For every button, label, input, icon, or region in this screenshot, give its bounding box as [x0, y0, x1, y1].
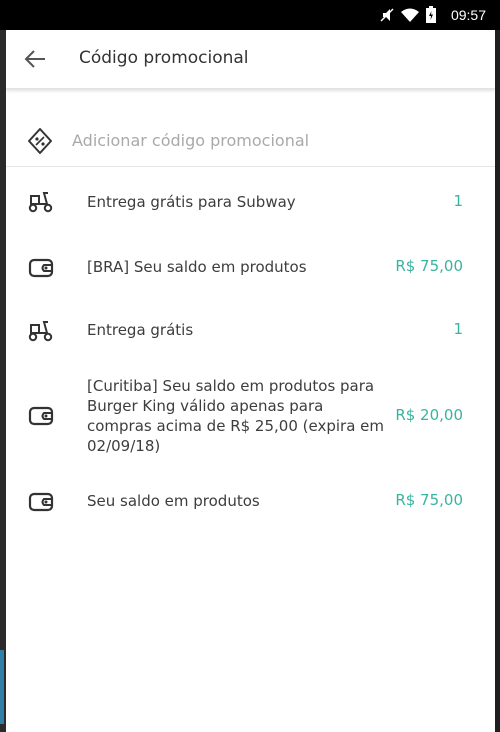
- wallet-icon: [26, 487, 56, 517]
- status-bar: 09:57: [0, 0, 500, 30]
- scooter-icon: [26, 187, 56, 217]
- page-title: Código promocional: [79, 48, 249, 68]
- item-value: R$ 20,00: [395, 406, 463, 424]
- right-edge: [495, 30, 500, 732]
- discount-tag-icon: [28, 128, 52, 154]
- wifi-icon: [400, 7, 420, 27]
- battery-icon: [426, 6, 436, 27]
- item-label: Entrega grátis: [87, 321, 194, 339]
- promo-code-input[interactable]: Adicionar código promocional: [72, 131, 309, 150]
- list-item[interactable]: Entrega grátis 1: [6, 312, 495, 352]
- wallet-icon: [26, 253, 56, 283]
- item-value: R$ 75,00: [395, 491, 463, 509]
- app-screen: Código promocional Adicionar código prom…: [6, 30, 495, 732]
- list-item[interactable]: [BRA] Seu saldo em produtos R$ 75,00: [6, 248, 495, 288]
- item-label: [Curitiba] Seu saldo em produtos para Bu…: [87, 377, 384, 455]
- list-item[interactable]: Entrega grátis para Subway 1: [6, 182, 495, 222]
- item-label: [BRA] Seu saldo em produtos: [87, 258, 307, 276]
- add-promo-code-row[interactable]: Adicionar código promocional: [6, 116, 495, 167]
- left-edge-accent: [0, 650, 4, 724]
- scooter-icon: [26, 316, 56, 346]
- item-label: Seu saldo em produtos: [87, 492, 260, 510]
- item-value: 1: [453, 192, 463, 210]
- mute-icon: [380, 7, 394, 27]
- item-label: Entrega grátis para Subway: [87, 193, 296, 211]
- status-time: 09:57: [450, 7, 486, 23]
- item-value: R$ 75,00: [395, 257, 463, 275]
- back-button[interactable]: [22, 46, 48, 72]
- status-icons: [380, 6, 436, 27]
- wallet-icon: [26, 401, 56, 431]
- list-item[interactable]: Seu saldo em produtos R$ 75,00: [6, 482, 495, 522]
- item-value: 1: [453, 320, 463, 338]
- arrow-left-icon: [24, 50, 45, 68]
- app-bar: Código promocional: [6, 30, 495, 89]
- list-item[interactable]: [Curitiba] Seu saldo em produtos para Bu…: [6, 374, 495, 460]
